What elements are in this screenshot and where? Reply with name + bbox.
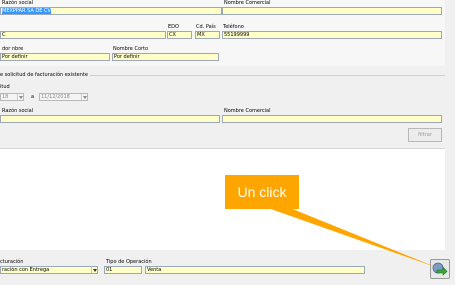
callout-box: Un click	[225, 175, 299, 209]
callout-pointer	[268, 208, 438, 268]
callout-text: Un click	[237, 184, 287, 200]
